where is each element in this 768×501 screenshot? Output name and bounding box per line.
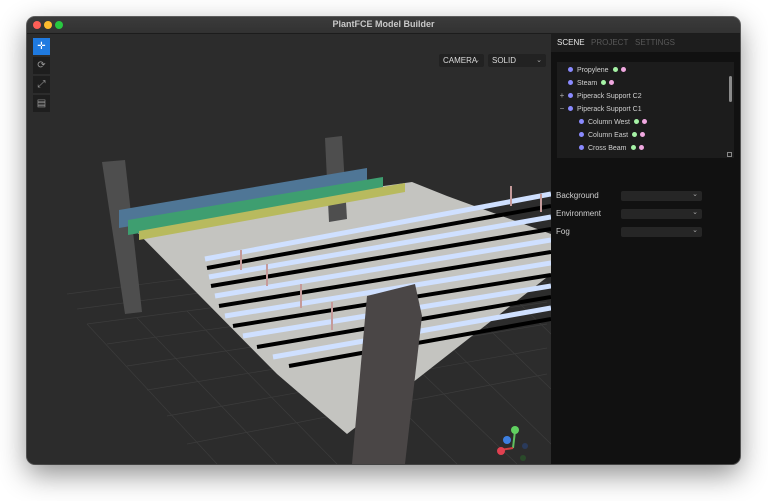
fog-select[interactable]: ⌄ (621, 227, 702, 237)
visibility-icon[interactable] (601, 80, 607, 86)
move-icon[interactable]: ✛ (33, 38, 50, 55)
chevron-down-icon: ⌄ (692, 209, 698, 216)
camera-select-value: CAMERA (443, 56, 478, 65)
chevron-down-icon: ⌄ (692, 227, 698, 234)
tree-item-label: Steam (577, 80, 598, 87)
object-dot-icon (579, 145, 584, 151)
scale-icon[interactable]: ⤢ (33, 76, 50, 93)
object-dot-icon (579, 132, 584, 138)
transform-toolbar: ✛ ⟳ ⤢ ▤ (33, 38, 50, 114)
camera-select[interactable]: CAMERA ⌄ (439, 54, 484, 67)
visibility-icon[interactable] (633, 119, 639, 125)
axis-gizmo[interactable] (497, 426, 528, 461)
environment-select[interactable]: ⌄ (621, 209, 702, 219)
tree-scrollbar[interactable] (727, 62, 733, 158)
scrollbar-thumb[interactable] (729, 76, 732, 102)
object-dot-icon (579, 119, 584, 125)
tree-item-label: Piperack Support C2 (577, 93, 642, 100)
material-icon[interactable] (609, 80, 615, 86)
panel-tabs: SCENE PROJECT SETTINGS (551, 34, 740, 52)
scene-canvas[interactable] (27, 34, 551, 464)
3d-viewport[interactable]: ✛ ⟳ ⤢ ▤ CAMERA ⌄ SOLID ⌄ (27, 34, 551, 464)
tree-item-label: Cross Beam (588, 145, 627, 152)
tree-item-column-west[interactable]: Column West (579, 116, 647, 129)
tree-item-cross-beam[interactable]: Cross Beam (579, 142, 644, 155)
tree-item-steam[interactable]: Steam (568, 77, 615, 90)
shading-select-value: SOLID (492, 56, 517, 65)
tree-item-propylene[interactable]: Propylene (568, 64, 626, 77)
title-bar: PlantFCE Model Builder (27, 17, 740, 34)
material-icon[interactable] (640, 132, 646, 138)
material-icon[interactable] (620, 67, 626, 73)
background-label: Background (556, 191, 599, 200)
shading-select[interactable]: SOLID ⌄ (488, 54, 546, 67)
tree-item-piperack-support-c1[interactable]: Piperack Support C1 (568, 103, 642, 116)
tab-scene[interactable]: SCENE (557, 38, 585, 47)
tab-settings[interactable]: SETTINGS (635, 38, 675, 47)
material-icon[interactable] (638, 145, 644, 151)
chevron-down-icon: ⌄ (692, 191, 698, 198)
chevron-down-icon: ⌄ (536, 57, 542, 64)
rotate-icon[interactable]: ⟳ (33, 57, 50, 74)
environment-label: Environment (556, 209, 601, 218)
visibility-icon[interactable] (612, 67, 618, 73)
expand-icon[interactable]: + (558, 91, 566, 100)
tab-project[interactable]: PROJECT (591, 38, 628, 47)
collapse-icon[interactable]: − (558, 104, 566, 113)
object-dot-icon (568, 93, 573, 99)
visibility-icon[interactable] (632, 132, 638, 138)
tree-item-piperack-support-c2[interactable]: Piperack Support C2 (568, 90, 642, 103)
layers-icon[interactable]: ▤ (33, 95, 50, 112)
inspector-panel: SCENE PROJECT SETTINGS Propylene Steam +… (551, 34, 740, 464)
tree-item-label: Piperack Support C1 (577, 106, 642, 113)
tree-item-label: Propylene (577, 67, 609, 74)
resize-handle-icon[interactable] (727, 152, 732, 157)
object-dot-icon (568, 67, 573, 73)
visibility-icon[interactable] (630, 145, 636, 151)
object-dot-icon (568, 80, 573, 86)
background-select[interactable]: ⌄ (621, 191, 702, 201)
chevron-down-icon: ⌄ (474, 57, 480, 64)
app-window: PlantFCE Model Builder ✛ ⟳ ⤢ ▤ CAMERA ⌄ … (27, 17, 740, 464)
tree-item-label: Column West (588, 119, 630, 126)
scene-tree: Propylene Steam + Piperack Support C2 − … (557, 62, 734, 158)
tree-item-column-east[interactable]: Column East (579, 129, 646, 142)
column-west-back (102, 160, 142, 314)
material-icon[interactable] (641, 119, 647, 125)
fog-label: Fog (556, 227, 570, 236)
object-dot-icon (568, 106, 573, 112)
window-title: PlantFCE Model Builder (332, 19, 435, 29)
tree-item-label: Column East (588, 132, 629, 139)
